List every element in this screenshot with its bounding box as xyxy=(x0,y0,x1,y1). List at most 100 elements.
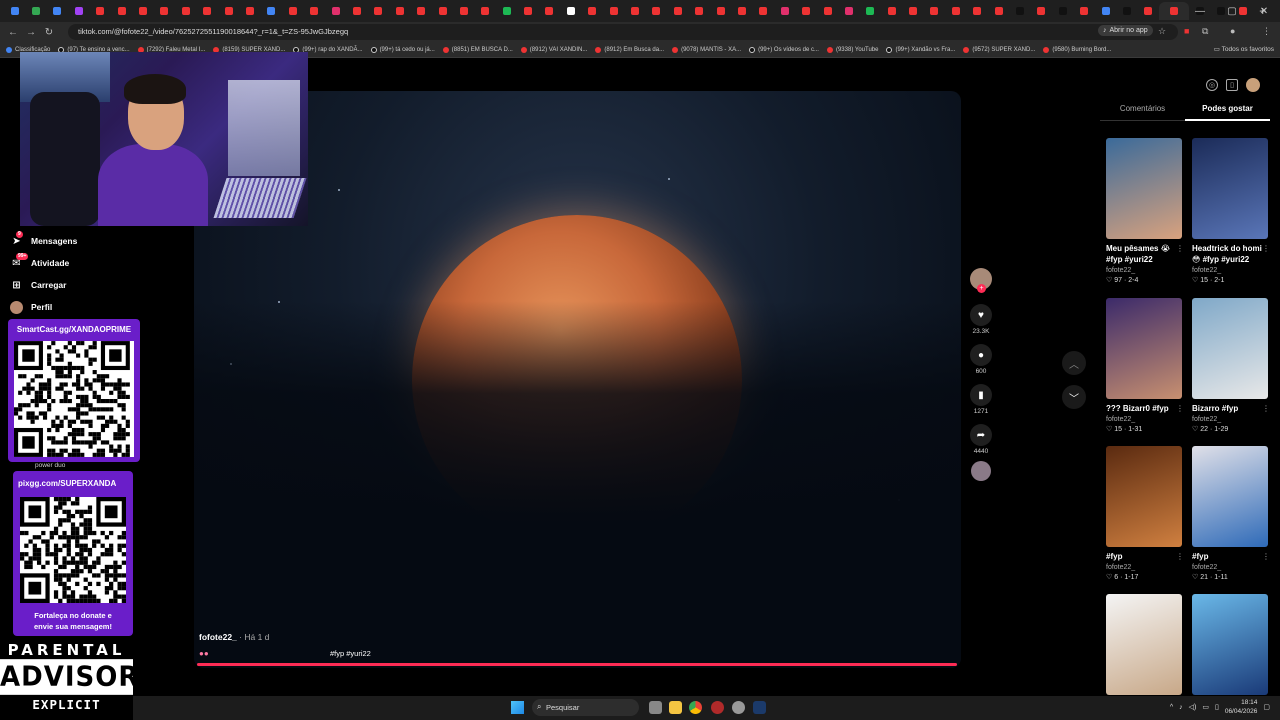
mic-icon[interactable]: ♪ xyxy=(1179,704,1183,711)
browser-tab[interactable] xyxy=(325,2,346,20)
browser-tab[interactable] xyxy=(453,2,474,20)
forward-icon[interactable]: → xyxy=(22,27,40,38)
previous-video-button[interactable]: ︿ xyxy=(1062,351,1086,375)
browser-tab[interactable] xyxy=(860,2,881,20)
comment-button[interactable]: ● xyxy=(970,344,992,366)
video-progress-bar[interactable] xyxy=(197,663,957,666)
browser-tab[interactable] xyxy=(218,2,239,20)
browser-tab[interactable] xyxy=(1031,2,1052,20)
video-thumbnail[interactable] xyxy=(1192,594,1268,695)
browser-tab[interactable] xyxy=(924,2,945,20)
settings-icon[interactable] xyxy=(732,701,745,714)
browser-tab[interactable] xyxy=(689,2,710,20)
all-bookmarks-folder[interactable]: ▭ Todos os favoritos xyxy=(1214,45,1274,53)
suggested-video-card[interactable]: Bizarro #fyp ⋮ fofote22_ ♡ 22 · 1-29 xyxy=(1192,298,1272,433)
browser-tab[interactable] xyxy=(475,2,496,20)
file-explorer-icon[interactable] xyxy=(669,701,682,714)
suggested-video-card[interactable] xyxy=(1192,594,1272,695)
video-thumbnail[interactable] xyxy=(1192,298,1268,399)
phone-icon[interactable]: ▯ xyxy=(1226,79,1238,91)
minimize-icon[interactable]: — xyxy=(1184,0,1216,22)
clock[interactable]: 18:14 06/04/2026 xyxy=(1225,698,1258,716)
browser-tab[interactable] xyxy=(517,2,538,20)
bookmark-item[interactable]: (8912) VAI XANDIN... xyxy=(520,46,587,53)
video-thumbnail[interactable] xyxy=(1106,594,1182,695)
battery-icon[interactable]: ▯ xyxy=(1215,703,1219,711)
browser-tab[interactable] xyxy=(389,2,410,20)
suggested-video-card[interactable]: ??? Bizarr0 #fyp ⋮ fofote22_ ♡ 15 · 1-31 xyxy=(1106,298,1186,433)
chevron-up-icon[interactable]: ^ xyxy=(1170,704,1173,711)
user-avatar[interactable] xyxy=(1246,78,1260,92)
url-field[interactable]: tiktok.com/@fofote22_/video/762527255119… xyxy=(68,24,1178,40)
browser-tab[interactable] xyxy=(1116,2,1137,20)
sidebar-item-upload[interactable]: ⊞ Carregar xyxy=(10,274,140,296)
steam-icon[interactable] xyxy=(753,701,766,714)
browser-tab[interactable] xyxy=(346,2,367,20)
bookmark-item[interactable]: (9572) SUPER XAND... xyxy=(963,46,1035,53)
task-view-icon[interactable] xyxy=(649,701,662,714)
browser-tab[interactable] xyxy=(432,2,453,20)
share-button[interactable]: ➦ xyxy=(970,424,992,446)
taskbar-search[interactable]: ⌕ Pesquisar xyxy=(532,699,639,716)
browser-tab[interactable] xyxy=(4,2,25,20)
next-video-button[interactable]: ﹀ xyxy=(1062,385,1086,409)
browser-tab[interactable] xyxy=(967,2,988,20)
browser-tab[interactable] xyxy=(68,2,89,20)
sidebar-item-activity[interactable]: ✉ 99+ Atividade xyxy=(10,252,140,274)
bookmark-item[interactable]: (99+) Xandão vs Fra... xyxy=(886,46,955,53)
browser-tab[interactable] xyxy=(817,2,838,20)
browser-tab[interactable] xyxy=(368,2,389,20)
browser-tab[interactable] xyxy=(774,2,795,20)
bookmark-item[interactable]: (9338) YouTube xyxy=(826,46,878,53)
close-window-icon[interactable]: ✕ xyxy=(1248,0,1280,22)
maximize-icon[interactable]: ▢ xyxy=(1216,0,1248,22)
browser-tab[interactable] xyxy=(90,2,111,20)
browser-tab[interactable] xyxy=(261,2,282,20)
more-options-icon[interactable]: ⋮ xyxy=(1176,244,1184,253)
video-player[interactable] xyxy=(194,91,961,668)
save-button[interactable]: ▮ xyxy=(970,384,992,406)
bookmark-star-icon[interactable]: ☆ xyxy=(1158,26,1166,37)
reload-icon[interactable]: ↻ xyxy=(40,27,58,38)
notifications-icon[interactable]: ▢ xyxy=(1263,703,1270,711)
browser-tab[interactable] xyxy=(303,2,324,20)
more-options-icon[interactable]: ⋮ xyxy=(1262,404,1270,413)
bookmark-item[interactable]: (9078) MANTIS - XA... xyxy=(672,46,741,53)
bookmark-item[interactable]: (99+) tá cedo ou já... xyxy=(370,46,435,53)
browser-tab[interactable] xyxy=(945,2,966,20)
bookmark-item[interactable]: (8912) Em Busca da... xyxy=(595,46,664,53)
browser-tab[interactable] xyxy=(881,2,902,20)
menu-icon[interactable]: ⋮ xyxy=(1262,26,1271,37)
volume-icon[interactable]: ◁) xyxy=(1189,703,1197,711)
browser-tab[interactable] xyxy=(410,2,431,20)
browser-tab[interactable] xyxy=(25,2,46,20)
more-options-icon[interactable]: ⋮ xyxy=(1262,244,1270,253)
follow-plus-icon[interactable]: + xyxy=(977,284,986,293)
browser-tab[interactable] xyxy=(282,2,303,20)
open-in-app-button[interactable]: ♪ Abrir no app xyxy=(1098,25,1153,36)
browser-tab[interactable] xyxy=(1095,2,1116,20)
suggested-video-card[interactable] xyxy=(1106,594,1186,695)
network-icon[interactable]: ▭ xyxy=(1202,703,1209,711)
browser-tab[interactable] xyxy=(624,2,645,20)
browser-tab[interactable] xyxy=(1074,2,1095,20)
compass-icon[interactable]: ◎ xyxy=(1206,79,1218,91)
bookmark-item[interactable]: (8851) EM BUSCA D... xyxy=(442,46,513,53)
bookmark-item[interactable]: (9580) Burning Bord... xyxy=(1043,46,1111,53)
music-disc-icon[interactable] xyxy=(971,461,991,481)
windows-start-icon[interactable] xyxy=(511,701,524,714)
video-thumbnail[interactable] xyxy=(1106,138,1182,239)
back-icon[interactable]: ← xyxy=(4,27,22,38)
suggested-video-card[interactable]: Meu pêsames 😭 #fyp #yuri22 ⋮ fofote22_ ♡ 97… xyxy=(1106,138,1186,284)
browser-tab[interactable] xyxy=(47,2,68,20)
browser-tab[interactable] xyxy=(197,2,218,20)
chrome-icon[interactable] xyxy=(689,701,702,714)
like-button[interactable]: ♥ xyxy=(970,304,992,326)
browser-tab[interactable] xyxy=(132,2,153,20)
more-options-icon[interactable]: ⋮ xyxy=(1262,552,1270,561)
browser-tab[interactable] xyxy=(1052,2,1073,20)
browser-tab[interactable] xyxy=(154,2,175,20)
bookmark-item[interactable]: (99+) Os vídeos de c... xyxy=(749,46,819,53)
browser-tab[interactable] xyxy=(496,2,517,20)
browser-tab[interactable] xyxy=(731,2,752,20)
